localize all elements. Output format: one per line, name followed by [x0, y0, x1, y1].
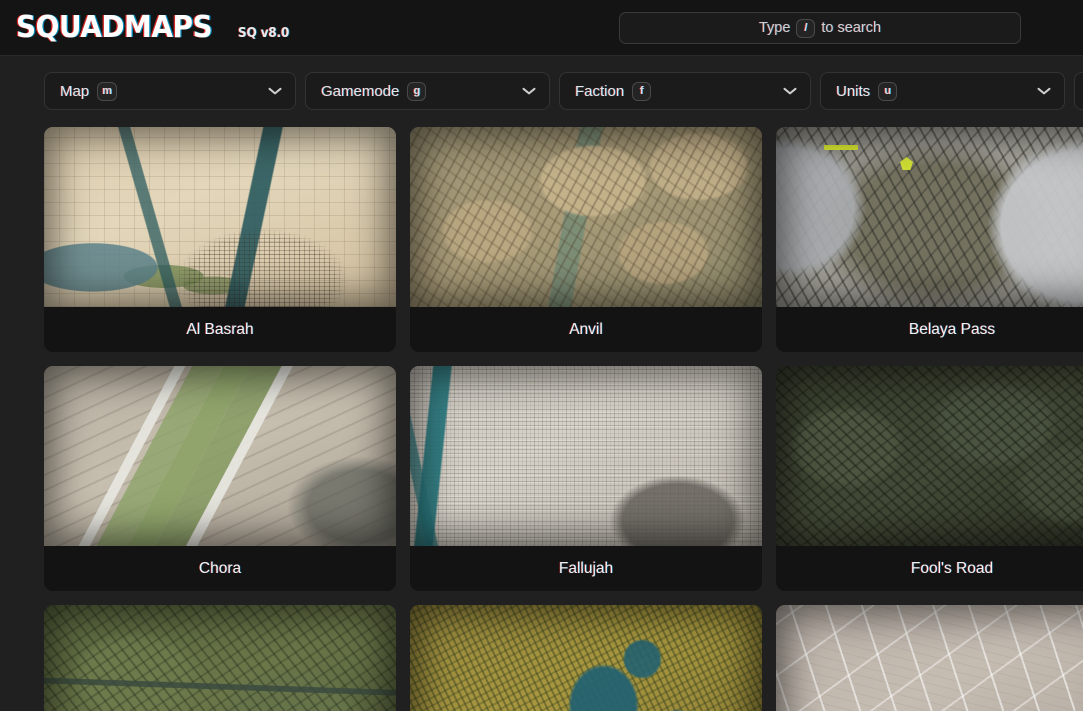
map-thumbnail-art — [776, 127, 1083, 307]
filter-map[interactable]: Map m — [44, 72, 296, 110]
map-card-label: Belaya Pass — [908, 320, 996, 338]
map-thumbnail-art — [44, 366, 396, 546]
filter-faction-label: Faction — [575, 82, 625, 100]
filter-units-label: Units — [836, 82, 871, 100]
search-placeholder-prefix: Type — [758, 20, 791, 36]
app-version: SQ v8.0 — [237, 25, 289, 41]
map-card[interactable]: Belaya Pass — [776, 127, 1083, 352]
filter-gamemode-label: Gamemode — [321, 82, 400, 100]
map-card-label: Anvil — [569, 320, 603, 338]
map-thumbnail-art — [776, 605, 1083, 711]
map-thumbnail-art — [776, 366, 1083, 546]
filter-bar: Map m Gamemode g Faction f Units u — [0, 56, 1083, 122]
map-card[interactable]: Al Basrah — [44, 127, 396, 352]
filter-faction[interactable]: Faction f — [559, 72, 811, 110]
map-card-label: Fool's Road — [910, 559, 994, 577]
filter-faction-shortcut-key: f — [632, 81, 652, 101]
filter-units-shortcut-key: u — [878, 81, 898, 101]
filter-units-content: Units u — [836, 81, 898, 101]
map-thumbnail — [44, 127, 396, 307]
map-card-label: Al Basrah — [186, 320, 254, 338]
map-card[interactable] — [776, 605, 1083, 711]
map-thumbnail-art — [410, 605, 762, 711]
filter-gamemode-content: Gamemode g — [321, 81, 427, 101]
chevron-down-icon — [522, 87, 536, 95]
filter-units[interactable]: Units u — [820, 72, 1065, 110]
chevron-down-icon — [268, 87, 282, 95]
map-card-label: Chora — [198, 559, 242, 577]
search-area: Type / to search — [619, 12, 1021, 44]
map-grid: Al Basrah Anvil Belaya Pass Chora Falluj… — [0, 122, 1083, 711]
map-thumbnail — [44, 366, 396, 546]
chevron-down-icon — [1037, 87, 1051, 95]
map-thumbnail — [776, 127, 1083, 307]
map-card[interactable] — [410, 605, 762, 711]
map-thumbnail-art — [44, 127, 396, 307]
app-logo: SQUADMAPS — [16, 9, 213, 45]
map-card[interactable]: Fallujah — [410, 366, 762, 591]
map-thumbnail — [410, 605, 762, 711]
map-thumbnail — [410, 366, 762, 546]
map-thumbnail-art — [410, 366, 762, 546]
filter-map-label: Map — [60, 82, 90, 100]
map-card-label: Fallujah — [558, 559, 614, 577]
map-card[interactable] — [44, 605, 396, 711]
map-scalebar — [824, 145, 858, 150]
search-shortcut-key: / — [796, 18, 816, 38]
filter-gamemode-shortcut-key: g — [407, 81, 427, 101]
filter-reset-button[interactable]: R — [1074, 72, 1083, 110]
filter-map-shortcut-key: m — [97, 81, 117, 101]
map-thumbnail-art — [44, 605, 396, 711]
map-thumbnail — [410, 127, 762, 307]
map-marker-icon — [900, 157, 913, 170]
chevron-down-icon — [783, 87, 797, 95]
search-input[interactable]: Type / to search — [619, 12, 1021, 44]
filter-gamemode[interactable]: Gamemode g — [305, 72, 550, 110]
map-card[interactable]: Fool's Road — [776, 366, 1083, 591]
brand: SQUADMAPS SQ v8.0 — [14, 9, 291, 45]
filter-faction-content: Faction f — [575, 81, 652, 101]
map-thumbnail — [776, 366, 1083, 546]
app-header: SQUADMAPS SQ v8.0 Type / to search — [0, 0, 1083, 56]
map-thumbnail — [44, 605, 396, 711]
filter-map-content: Map m — [60, 81, 117, 101]
map-thumbnail-art — [410, 127, 762, 307]
map-card[interactable]: Anvil — [410, 127, 762, 352]
search-placeholder-suffix: to search — [821, 20, 882, 36]
map-thumbnail — [776, 605, 1083, 711]
map-card[interactable]: Chora — [44, 366, 396, 591]
